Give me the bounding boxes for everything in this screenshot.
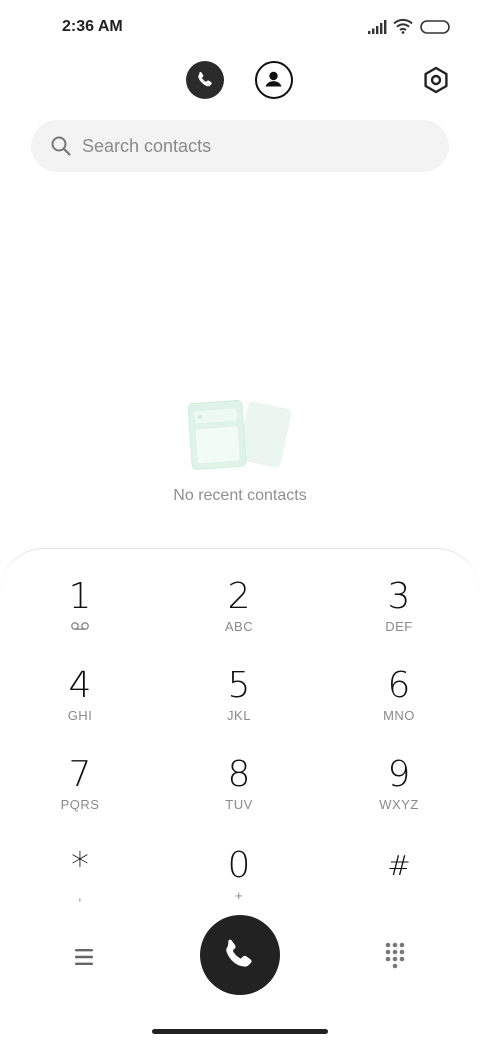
key-digit: 8 xyxy=(227,754,251,795)
key-digit: 6 xyxy=(387,665,411,706)
key-digit: 0 xyxy=(227,845,251,886)
voicemail-icon xyxy=(71,622,89,630)
key-digit: # xyxy=(387,849,411,882)
status-time: 2:36 AM xyxy=(62,18,123,35)
search-icon xyxy=(51,136,71,156)
key-digit: 7 xyxy=(68,754,92,795)
dialpad-toggle-icon[interactable] xyxy=(384,941,406,971)
empty-state-message: No recent contacts xyxy=(173,487,307,504)
wifi-icon xyxy=(393,18,413,34)
tab-calls[interactable] xyxy=(186,61,224,99)
dial-key-2[interactable]: 2 ABC xyxy=(179,577,299,657)
key-letters: , xyxy=(77,888,83,903)
dialpad: 1 2 ABC 3 DEF 4 GHI 5 JKL 6 MNO 7 PQRS 8… xyxy=(0,548,480,1041)
key-digit: 5 xyxy=(227,665,251,706)
key-letters: MNO xyxy=(383,708,415,723)
dial-key-6[interactable]: 6 MNO xyxy=(339,666,459,746)
phone-icon xyxy=(198,72,212,87)
search-input[interactable]: Search contacts xyxy=(82,136,211,157)
dial-key-3[interactable]: 3 DEF xyxy=(339,577,459,657)
key-digit: 1 xyxy=(68,576,92,617)
key-letters: GHI xyxy=(67,708,93,723)
key-letters: ABC xyxy=(224,619,254,634)
dial-key-7[interactable]: 7 PQRS xyxy=(20,755,140,835)
person-icon xyxy=(265,71,282,87)
key-letters: JKL xyxy=(227,708,251,723)
search-bar[interactable]: Search contacts xyxy=(31,120,449,172)
status-bar: 2:36 AM xyxy=(0,0,480,55)
key-digit: 2 xyxy=(227,576,251,617)
menu-icon[interactable] xyxy=(70,945,98,969)
battery-icon xyxy=(420,20,450,34)
empty-contacts-illustration xyxy=(187,399,292,470)
key-letters: + xyxy=(234,888,244,903)
dial-key-5[interactable]: 5 JKL xyxy=(179,666,299,746)
signal-icon xyxy=(368,20,387,34)
dial-key-1[interactable]: 1 xyxy=(20,577,140,657)
key-digit: * xyxy=(71,845,89,886)
key-digit: 4 xyxy=(68,665,92,706)
key-digit: 3 xyxy=(387,576,411,617)
call-button[interactable] xyxy=(200,915,280,995)
tab-contacts[interactable] xyxy=(255,61,293,99)
key-letters: WXYZ xyxy=(379,797,419,812)
key-letters: TUV xyxy=(225,797,253,812)
settings-gear-icon[interactable] xyxy=(422,66,450,94)
key-digit: 9 xyxy=(387,754,411,795)
dial-key-star[interactable]: * , xyxy=(20,846,140,926)
dial-key-8[interactable]: 8 TUV xyxy=(179,755,299,835)
key-letters: PQRS xyxy=(60,797,100,812)
home-indicator[interactable] xyxy=(152,1029,328,1034)
key-letters: DEF xyxy=(385,619,413,634)
dial-key-hash[interactable]: # xyxy=(339,846,459,926)
dialpad-actions xyxy=(0,915,480,999)
phone-icon xyxy=(226,939,252,967)
dial-key-9[interactable]: 9 WXYZ xyxy=(339,755,459,835)
dial-key-4[interactable]: 4 GHI xyxy=(20,666,140,746)
dial-key-0[interactable]: 0 + xyxy=(179,846,299,926)
